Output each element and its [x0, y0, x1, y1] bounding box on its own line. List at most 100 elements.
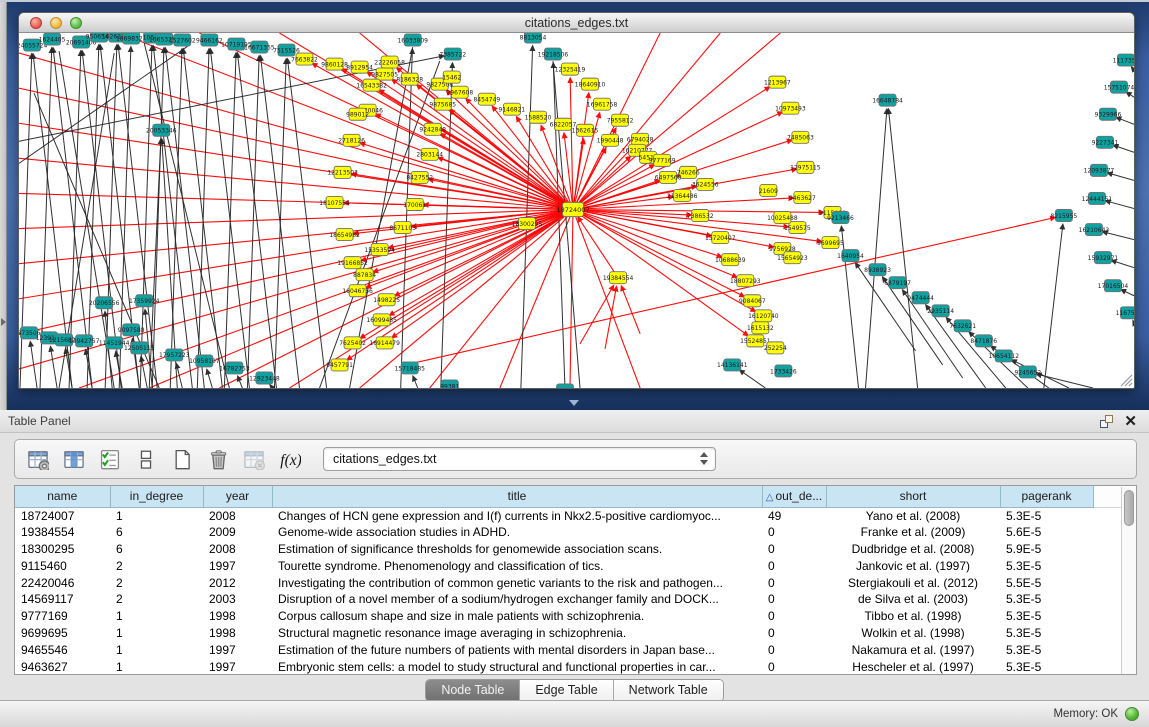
- cell-pagerank[interactable]: 5.3E-5: [1000, 608, 1093, 625]
- column-header-in_degree[interactable]: in_degree: [110, 486, 203, 507]
- graph-node[interactable]: 15462: [442, 71, 461, 83]
- graph-node[interactable]: 18640910: [575, 78, 606, 90]
- graph-node[interactable]: 20206556: [89, 297, 120, 309]
- cell-year[interactable]: 1998: [203, 608, 272, 625]
- table-row[interactable]: 1456911722003Disruption of a novel membe…: [15, 591, 1136, 608]
- cell-short[interactable]: Yano et al. (2008): [826, 507, 1000, 524]
- graph-node[interactable]: 3624556: [692, 178, 719, 190]
- cell-name[interactable]: 18300295: [15, 541, 110, 558]
- graph-node[interactable]: 10688639: [715, 254, 746, 266]
- graph-node[interactable]: 99381: [440, 380, 459, 388]
- cell-out_degree[interactable]: 0: [762, 641, 826, 658]
- cell-short[interactable]: Wolkin et al. (1998): [826, 625, 1000, 642]
- graph-node[interactable]: 9474444: [907, 292, 934, 304]
- graph-node[interactable]: 16099485: [366, 314, 397, 326]
- cell-out_degree[interactable]: 0: [762, 557, 826, 574]
- cell-short[interactable]: Stergiakouli et al. (2012): [826, 574, 1000, 591]
- graph-node[interactable]: 9097588: [118, 324, 145, 336]
- new-column-icon[interactable]: [169, 446, 195, 472]
- cell-year[interactable]: 2008: [203, 541, 272, 558]
- graph-node[interactable]: 8813054: [520, 33, 547, 43]
- column-chooser-icon[interactable]: [61, 446, 87, 472]
- table-row[interactable]: 1872400712008Changes of HCN gene express…: [15, 507, 1136, 524]
- graph-node[interactable]: 1624405: [39, 33, 66, 45]
- column-header-name[interactable]: name: [15, 486, 110, 507]
- cell-pagerank[interactable]: 5.3E-5: [1000, 507, 1093, 524]
- graph-node[interactable]: 7955812: [607, 114, 634, 126]
- cell-title[interactable]: Genome-wide association studies in ADHD.: [272, 524, 762, 541]
- cell-pagerank[interactable]: 5.3E-5: [1000, 591, 1093, 608]
- tab-edge-table[interactable]: Edge Table: [520, 680, 613, 701]
- cell-name[interactable]: 22420046: [15, 574, 110, 591]
- table-row[interactable]: 946362711997Embryonic stem cells: a mode…: [15, 658, 1136, 675]
- cell-out_degree[interactable]: 0: [762, 658, 826, 675]
- cell-year[interactable]: 1998: [203, 625, 272, 642]
- cell-in_degree[interactable]: 1: [110, 625, 203, 642]
- cell-title[interactable]: Structural magnetic resonance image aver…: [272, 625, 762, 642]
- column-header-pagerank[interactable]: pagerank: [1000, 486, 1093, 507]
- cell-in_degree[interactable]: 2: [110, 591, 203, 608]
- splitter-handle[interactable]: [569, 400, 579, 406]
- graph-node[interactable]: 16648784: [872, 94, 903, 106]
- graph-node[interactable]: 9242848: [419, 123, 446, 135]
- graph-node[interactable]: 22226058: [374, 56, 405, 68]
- cell-short[interactable]: Nakamura et al. (1997): [826, 641, 1000, 658]
- graph-node[interactable]: 19384554: [603, 272, 634, 284]
- cell-in_degree[interactable]: 1: [110, 507, 203, 524]
- cell-year[interactable]: 1997: [203, 641, 272, 658]
- cell-pagerank[interactable]: 5.3E-5: [1000, 641, 1093, 658]
- graph-node[interactable]: 9457791: [326, 359, 353, 371]
- graph-node[interactable]: 1588520: [525, 111, 552, 123]
- graph-node[interactable]: 16914479: [369, 337, 400, 349]
- cell-pagerank[interactable]: 5.9E-5: [1000, 541, 1093, 558]
- cell-in_degree[interactable]: 1: [110, 641, 203, 658]
- cell-title[interactable]: Tourette syndrome. Phenomenology and cla…: [272, 557, 762, 574]
- graph-node[interactable]: 19166852: [337, 257, 368, 269]
- cell-out_degree[interactable]: 0: [762, 591, 826, 608]
- graph-node[interactable]: 9875685: [429, 98, 456, 110]
- cell-short[interactable]: Franke et al. (2009): [826, 524, 1000, 541]
- graph-node[interactable]: 9146821: [499, 103, 526, 115]
- graph-node[interactable]: 15720407: [705, 232, 736, 244]
- cell-pagerank[interactable]: 5.3E-5: [1000, 658, 1093, 675]
- cell-out_degree[interactable]: 0: [762, 608, 826, 625]
- graph-node[interactable]: 8938923: [864, 264, 891, 276]
- graph-node[interactable]: 15718485: [394, 362, 425, 374]
- control-panel-collapsed-strip[interactable]: [0, 2, 7, 412]
- graph-node[interactable]: 8427552: [406, 171, 433, 183]
- graph-node[interactable]: 252254: [764, 342, 787, 354]
- cell-short[interactable]: Dudbridge et al. (2008): [826, 541, 1000, 558]
- graph-node[interactable]: 8912954: [346, 61, 373, 73]
- cell-title[interactable]: Estimation of significance thresholds fo…: [272, 541, 762, 558]
- graph-node[interactable]: 19218506: [538, 48, 569, 60]
- graph-node[interactable]: 12213503: [327, 166, 358, 178]
- cell-name[interactable]: 9465546: [15, 641, 110, 658]
- cell-short[interactable]: Hescheler et al. (1997): [826, 658, 1000, 675]
- select-rows-icon[interactable]: [97, 446, 123, 472]
- table-row[interactable]: 977716911998Corpus callosum shape and si…: [15, 608, 1136, 625]
- cell-short[interactable]: Jankovic et al. (1997): [826, 557, 1000, 574]
- graph-node[interactable]: 1117358: [1113, 54, 1134, 66]
- graph-node[interactable]: 16231: [555, 384, 574, 388]
- cell-pagerank[interactable]: 5.3E-5: [1000, 625, 1093, 642]
- graph-node[interactable]: 10025488: [767, 212, 798, 224]
- cell-year[interactable]: 2009: [203, 524, 272, 541]
- cell-title[interactable]: Disruption of a novel member of a sodium…: [272, 591, 762, 608]
- graph-node[interactable]: 15353594: [364, 244, 395, 256]
- graph-node[interactable]: 16961758: [587, 98, 618, 110]
- tab-network-table[interactable]: Network Table: [614, 680, 723, 701]
- column-header-year[interactable]: year: [203, 486, 272, 507]
- graph-node[interactable]: 16543382: [356, 79, 387, 91]
- cell-in_degree[interactable]: 2: [110, 574, 203, 591]
- graph-node[interactable]: 9699695: [817, 237, 844, 249]
- cell-title[interactable]: Corpus callosum shape and size in male p…: [272, 608, 762, 625]
- cell-name[interactable]: 9463627: [15, 658, 110, 675]
- graph-node[interactable]: 170061: [403, 198, 426, 210]
- table-row[interactable]: 1830029562008Estimation of significance …: [15, 541, 1136, 558]
- window-resize-grip[interactable]: [1129, 383, 1132, 386]
- cell-year[interactable]: 2008: [203, 507, 272, 524]
- cell-short[interactable]: Tibbo et al. (1998): [826, 608, 1000, 625]
- cell-title[interactable]: Changes of HCN gene expression and I(f) …: [272, 507, 762, 524]
- graph-node[interactable]: 7515526: [273, 44, 300, 56]
- graph-node[interactable]: 16033809: [397, 34, 428, 46]
